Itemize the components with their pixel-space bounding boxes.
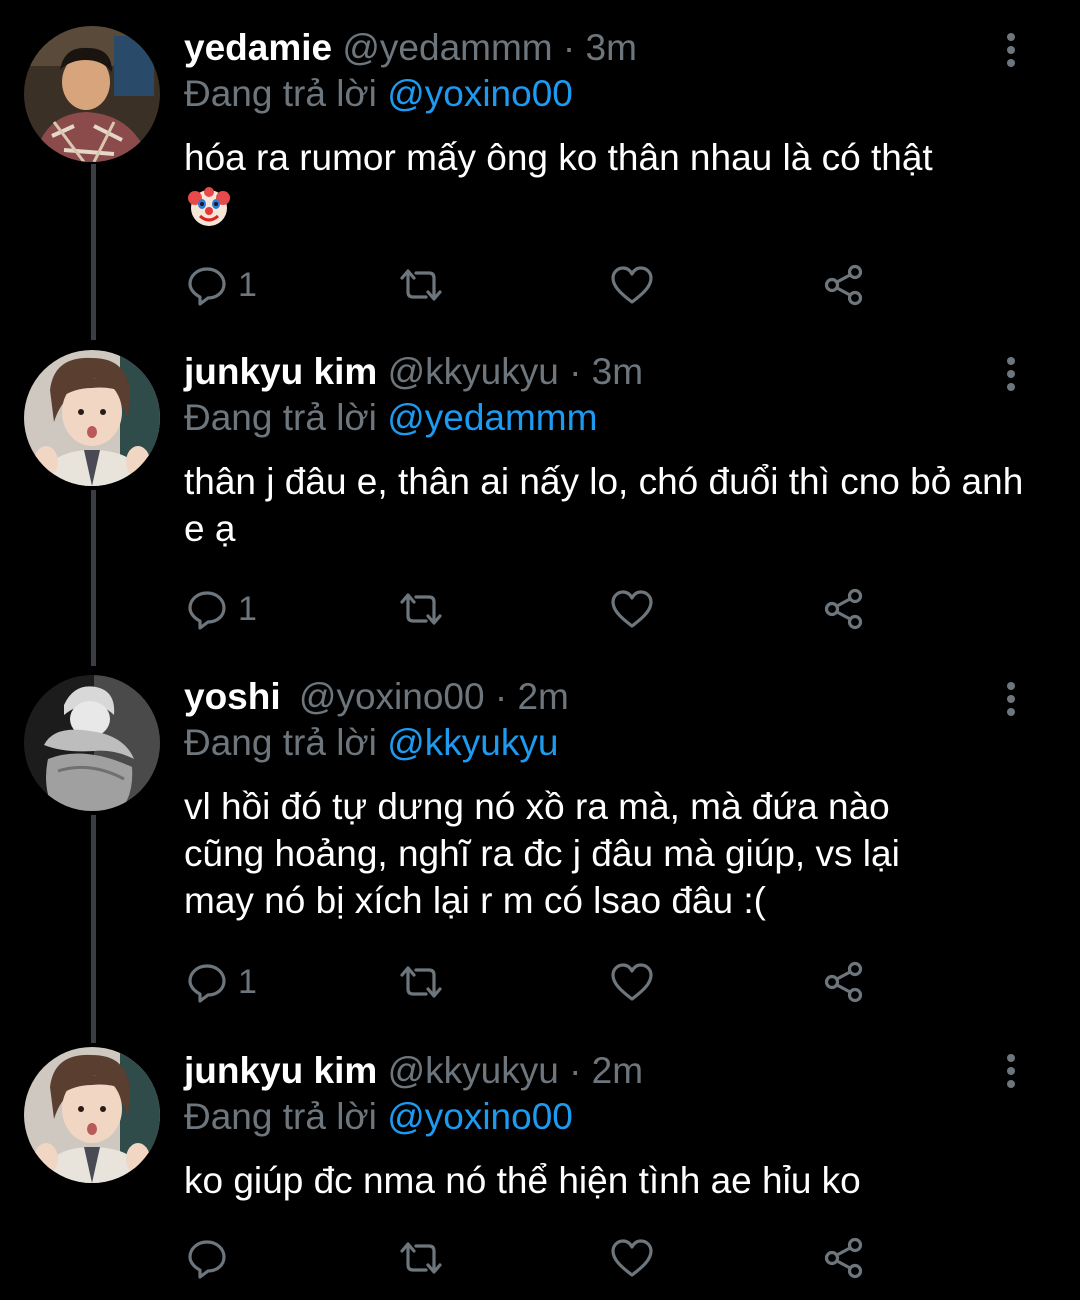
more-options-icon[interactable] [996, 354, 1026, 394]
heart-icon [611, 590, 653, 628]
timestamp[interactable]: 3m [586, 27, 637, 68]
avatar[interactable] [24, 1047, 160, 1183]
retweet-icon [400, 593, 442, 625]
share-button[interactable] [822, 1233, 866, 1283]
display-name[interactable]: junkyu kim [184, 1050, 377, 1091]
user-handle[interactable]: @kkyukyu [388, 1050, 559, 1091]
share-button[interactable] [822, 957, 866, 1007]
reply-button[interactable]: 1 [186, 957, 257, 1007]
replying-to-label: Đang trả lời [184, 397, 377, 438]
clown-face-emoji [186, 184, 232, 230]
share-icon [824, 264, 863, 306]
reply-count: 1 [238, 590, 257, 628]
reply-icon [188, 591, 226, 630]
share-icon [824, 588, 863, 630]
tweet-header: yoshi @yoxino00 · 2m [184, 673, 569, 721]
tweet[interactable]: yoshi @yoxino00 · 2m Đang trả lời @kkyuk… [0, 655, 1080, 1025]
reply-mention[interactable]: @kkyukyu [387, 722, 558, 763]
like-button[interactable] [610, 957, 654, 1007]
reply-mention[interactable]: @yoxino00 [387, 73, 573, 114]
reply-mention[interactable]: @yoxino00 [387, 1096, 573, 1137]
share-icon [824, 961, 863, 1003]
replying-to: Đang trả lời @yoxino00 [184, 1093, 573, 1141]
replying-to-label: Đang trả lời [184, 73, 377, 114]
retweet-icon [400, 966, 442, 998]
share-icon [824, 1237, 863, 1279]
reply-button[interactable]: 1 [186, 584, 257, 634]
share-button[interactable] [822, 260, 866, 310]
avatar[interactable] [24, 26, 160, 162]
tweet-actions: 1 [184, 584, 884, 634]
retweet-button[interactable] [398, 584, 444, 634]
tweet-text: ko giúp đc nma nó thể hiện tình ae hỉu k… [184, 1160, 861, 1201]
separator: · [494, 676, 508, 717]
reply-icon [188, 964, 226, 1003]
retweet-icon [400, 1242, 442, 1274]
display-name[interactable]: yoshi [184, 676, 281, 717]
tweet[interactable]: junkyu kim @kkyukyu · 3m Đang trả lời @y… [0, 330, 1080, 655]
separator: · [569, 351, 582, 392]
avatar[interactable] [24, 350, 160, 486]
timestamp[interactable]: 2m [517, 676, 568, 717]
separator: · [562, 27, 576, 68]
tweet-actions [184, 1233, 884, 1283]
user-handle[interactable]: @yedammm [342, 27, 552, 68]
tweet[interactable]: yedamie @yedammm · 3m Đang trả lời @yoxi… [0, 0, 1080, 330]
display-name[interactable]: yedamie [184, 27, 332, 68]
replying-to: Đang trả lời @yedammm [184, 394, 597, 442]
like-button[interactable] [610, 1233, 654, 1283]
more-options-icon[interactable] [996, 30, 1026, 70]
retweet-button[interactable] [398, 1233, 444, 1283]
display-name[interactable]: junkyu kim [184, 351, 377, 392]
replying-to: Đang trả lời @kkyukyu [184, 719, 558, 767]
tweet-actions: 1 [184, 260, 884, 310]
replying-to: Đang trả lời @yoxino00 [184, 70, 573, 118]
retweet-button[interactable] [398, 260, 444, 310]
reply-button[interactable] [186, 1233, 238, 1283]
tweet-actions: 1 [184, 957, 884, 1007]
tweet-header: junkyu kim @kkyukyu · 2m [184, 1047, 643, 1095]
tweet-text: thân j đâu e, thân ai nấy lo, chó đuổi t… [184, 461, 1034, 549]
retweet-icon [400, 269, 442, 301]
retweet-button[interactable] [398, 957, 444, 1007]
heart-icon [611, 266, 653, 304]
avatar[interactable] [24, 675, 160, 811]
tweet-text: hóa ra rumor mấy ông ko thân nhau là có … [184, 137, 933, 178]
tweet-header: junkyu kim @kkyukyu · 3m [184, 348, 643, 396]
user-handle[interactable]: @kkyukyu [388, 351, 559, 392]
replying-to-label: Đang trả lời [184, 1096, 377, 1137]
tweet[interactable]: junkyu kim @kkyukyu · 2m Đang trả lời @y… [0, 1025, 1080, 1300]
share-button[interactable] [822, 584, 866, 634]
reply-icon [188, 1240, 226, 1279]
reply-icon [188, 267, 226, 306]
reply-button[interactable]: 1 [186, 260, 257, 310]
reply-count: 1 [238, 266, 257, 304]
replying-to-label: Đang trả lời [184, 722, 377, 763]
reply-count: 1 [238, 963, 257, 1001]
tweet-header: yedamie @yedammm · 3m [184, 24, 637, 72]
heart-icon [611, 1239, 653, 1277]
more-options-icon[interactable] [996, 679, 1026, 719]
like-button[interactable] [610, 260, 654, 310]
user-handle[interactable]: @yoxino00 [299, 676, 485, 717]
more-options-icon[interactable] [996, 1051, 1026, 1091]
tweet-text: vl hồi đó tự dưng nó xồ ra mà, mà đứa nà… [184, 786, 911, 921]
timestamp[interactable]: 2m [592, 1050, 643, 1091]
heart-icon [611, 963, 653, 1001]
like-button[interactable] [610, 584, 654, 634]
separator: · [569, 1050, 582, 1091]
reply-mention[interactable]: @yedammm [387, 397, 597, 438]
timestamp[interactable]: 3m [592, 351, 643, 392]
